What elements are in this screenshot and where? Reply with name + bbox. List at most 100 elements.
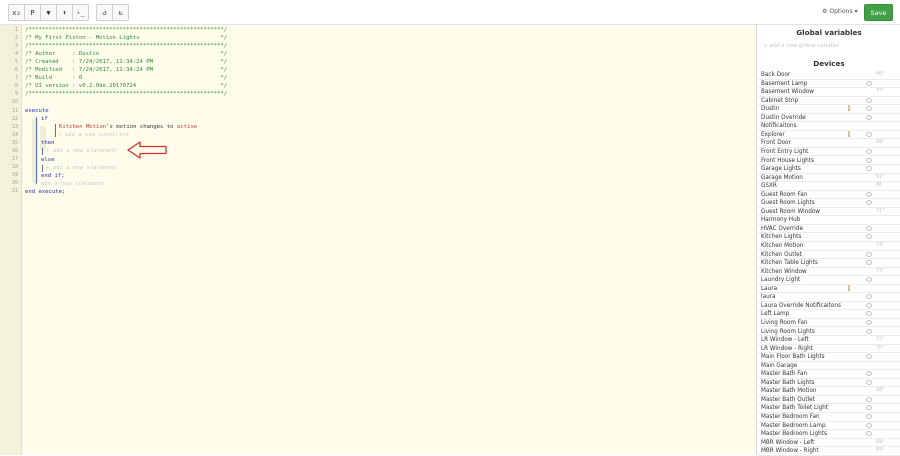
else-keyword: else xyxy=(41,157,55,163)
device-row[interactable]: Explorer 🚶 xyxy=(758,131,900,140)
line-gutter: 1 2 3 4 5 6 7 8 9 10 11 12 13 14 15 16 17 18 19 20 21 xyxy=(0,25,22,455)
device-row[interactable]: Dustin Override xyxy=(758,114,900,123)
options-menu[interactable]: ⚙ Options ▾ xyxy=(822,8,858,15)
device-row[interactable]: Kitchen Outlet xyxy=(758,251,900,260)
device-name: Front House Lights xyxy=(761,157,814,164)
device-name: LR Window - Left xyxy=(761,337,809,344)
condition-line[interactable]: Kitchen Motion's motion changes to activ… xyxy=(59,123,197,131)
device-row[interactable]: Master Bedroom Lights xyxy=(758,430,900,439)
save-button[interactable]: Save xyxy=(864,4,893,21)
device-row[interactable]: Guest Room Window 71° xyxy=(758,208,900,217)
device-row[interactable]: Dustin 🚶 xyxy=(758,105,900,114)
sidebar: Global variables + add a new global vari… xyxy=(758,25,900,456)
device-name: Master Bath Lights xyxy=(761,379,815,386)
device-row[interactable]: Harmony Hub xyxy=(758,216,900,225)
device-row[interactable]: Front House Lights xyxy=(758,157,900,166)
if-keyword[interactable]: if xyxy=(41,115,48,123)
device-row[interactable]: Laundry Light xyxy=(758,276,900,285)
device-row[interactable]: Master Bath Outlet xyxy=(758,396,900,405)
device-row[interactable]: Guest Room Lights xyxy=(758,199,900,208)
device-row[interactable]: HVAC Override xyxy=(758,225,900,234)
state-icon xyxy=(866,431,872,437)
line-number: 13 xyxy=(11,123,18,130)
text-button[interactable]: P xyxy=(24,4,41,21)
line-number: 7 xyxy=(14,75,18,82)
line-number: 12 xyxy=(11,115,18,122)
redo-button[interactable]: ↻ xyxy=(112,4,129,21)
line-number: 20 xyxy=(11,179,18,186)
line-number: 14 xyxy=(11,131,18,138)
header-comment-line: /* Created : 7/24/2017, 11:34:24 PM */ xyxy=(25,59,228,66)
terminal-button[interactable]: ›_ xyxy=(72,4,89,21)
add-statement-else-link[interactable]: + add a new statement xyxy=(46,164,117,172)
device-row[interactable]: Kitchen Motion 74° xyxy=(758,242,900,251)
device-name: Master Bedroom Fan xyxy=(761,414,820,420)
device-row[interactable]: Garage Lights xyxy=(758,165,900,174)
device-row[interactable]: Main Floor Bath Lights xyxy=(758,353,900,362)
sort-icon: ⬍ xyxy=(62,8,67,17)
sort-button[interactable]: ⬍ xyxy=(56,4,73,21)
device-name: Dustin xyxy=(761,106,780,113)
header-comment-line: /* UI version : v0.2.0de.20170724 */ xyxy=(25,83,228,90)
device-row[interactable]: LR Window - Left 72° xyxy=(758,336,900,345)
device-row[interactable]: MBR Window - Left 69° xyxy=(758,439,900,448)
device-row[interactable]: Front Entry Light xyxy=(758,148,900,157)
subscript-icon: x₂ xyxy=(12,8,21,17)
device-row[interactable]: Master Bath Lights xyxy=(758,379,900,388)
subscript-button[interactable]: x₂ xyxy=(8,4,25,21)
device-row[interactable]: Master Bedroom Fan xyxy=(758,413,900,422)
device-name: Main Garage xyxy=(761,362,798,369)
caret-down-icon: ▾ xyxy=(854,8,858,15)
device-row[interactable]: Master Bath Toilet Light xyxy=(758,404,900,413)
global-variables-title: Global variables xyxy=(796,28,862,37)
device-row[interactable]: Basement Lamp xyxy=(758,80,900,89)
device-row[interactable]: Kitchen Table Lights xyxy=(758,259,900,268)
device-name: laura xyxy=(761,294,776,301)
device-row[interactable]: laura xyxy=(758,293,900,302)
device-row[interactable]: Left Lamp xyxy=(758,310,900,319)
piston-editor[interactable]: 1 2 3 4 5 6 7 8 9 10 11 12 13 14 15 16 17 18 19 20 21 /*****… xyxy=(0,25,757,455)
device-name: Living Room Fan xyxy=(761,319,808,326)
device-name: Guest Room Window xyxy=(761,208,820,215)
device-name: Explorer xyxy=(761,131,785,138)
device-row[interactable]: Guest Room Fan xyxy=(758,191,900,200)
line-number: 19 xyxy=(11,171,18,178)
device-row[interactable]: Kitchen Lights xyxy=(758,233,900,242)
add-statement-outer-link[interactable]: + add a new statement xyxy=(34,180,105,188)
device-row[interactable]: Kitchen Window 73° xyxy=(758,268,900,277)
device-row[interactable]: Cabinet Strip xyxy=(758,97,900,106)
if-block-bracket xyxy=(36,117,37,184)
device-row[interactable]: Master Bath Fan xyxy=(758,370,900,379)
device-row[interactable]: GSXR 86 xyxy=(758,182,900,191)
device-row[interactable]: Main Garage xyxy=(758,362,900,371)
add-statement-then-link[interactable]: + add a new statement xyxy=(46,147,117,155)
device-row[interactable]: Laura 🚶 xyxy=(758,285,900,294)
device-row[interactable]: Living Room Fan xyxy=(758,319,900,328)
add-condition-link[interactable]: + add a new condition xyxy=(58,131,129,139)
device-row[interactable]: MBR Window - Right 69° xyxy=(758,447,900,456)
undo-button[interactable]: ↺ xyxy=(96,4,113,21)
device-name: MBR Window - Right xyxy=(761,448,819,455)
state-icon xyxy=(866,97,872,103)
device-row[interactable]: Basement Window 77° xyxy=(758,88,900,97)
add-global-variable-link[interactable]: + add a new global variable xyxy=(763,43,839,49)
device-row[interactable]: Garage Motion 91° xyxy=(758,174,900,183)
device-row[interactable]: Front Door 69° xyxy=(758,139,900,148)
device-row[interactable]: Notificaitons xyxy=(758,122,900,131)
device-row[interactable]: Master Bedroom Lamp xyxy=(758,422,900,431)
device-name: Kitchen Window xyxy=(761,268,807,275)
device-row[interactable]: Laura Override Notificaitons xyxy=(758,302,900,311)
filter-button[interactable]: ▼ xyxy=(40,4,57,21)
device-name: Kitchen Motion xyxy=(761,243,804,249)
device-row[interactable]: Back Door 86° xyxy=(758,71,900,80)
condition-value[interactable]: active xyxy=(177,124,197,130)
indent-shade xyxy=(32,119,38,183)
device-value: 91° xyxy=(876,174,885,180)
device-row[interactable]: Master Bath Motion 68° xyxy=(758,387,900,396)
device-row[interactable]: Living Room Lights xyxy=(758,328,900,337)
device-row[interactable]: LR Window - Right 70° xyxy=(758,345,900,354)
device-name: Master Bath Motion xyxy=(761,388,817,395)
state-icon xyxy=(866,311,872,317)
header-comment-line: /* Modified : 7/24/2017, 11:34:24 PM */ xyxy=(25,67,228,74)
condition-device[interactable]: Kitchen Motion xyxy=(59,124,106,130)
